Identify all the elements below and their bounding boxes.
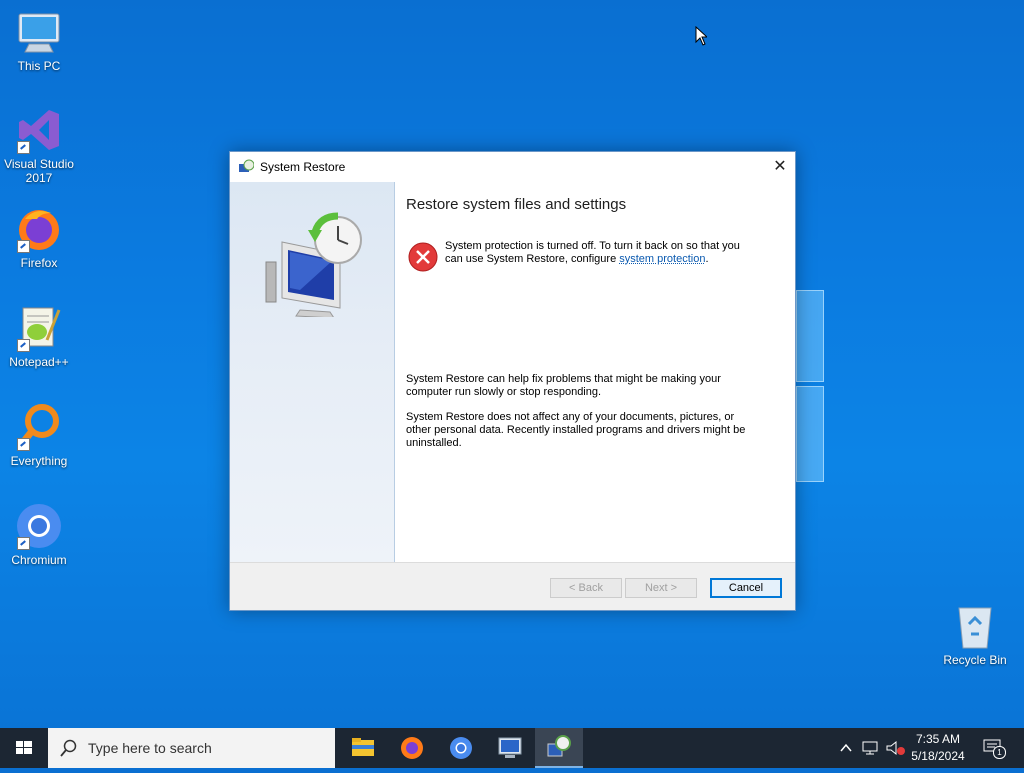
notification-badge: 1: [993, 746, 1006, 759]
firefox-icon: [401, 737, 423, 759]
system-protection-link[interactable]: system protection: [619, 253, 705, 265]
remote-desktop-icon: [498, 737, 522, 758]
desktop-icon-everything[interactable]: Everything: [1, 403, 77, 468]
volume-muted-icon[interactable]: [886, 740, 906, 756]
everything-search-icon: [15, 403, 63, 451]
clock-time[interactable]: 7:35 AM: [906, 732, 970, 746]
desktop-icon-recycle-bin[interactable]: Recycle Bin: [937, 602, 1013, 667]
firefox-icon: [15, 205, 63, 253]
desktop-icon-label: Everything: [10, 454, 68, 468]
desktop-icon-notepad-plus-plus[interactable]: Notepad++: [1, 304, 77, 369]
taskbar-app-file-explorer[interactable]: [339, 728, 387, 768]
file-explorer-icon: [352, 738, 374, 756]
dialog-footer: < Back Next > Cancel: [230, 562, 795, 610]
taskbar-app-remote-desktop[interactable]: [486, 728, 534, 768]
desktop-icon-label: Notepad++: [9, 355, 69, 369]
taskbar: Type here to search 7:35 AM 5/18/2024 1: [0, 728, 1024, 768]
search-icon: [60, 739, 77, 757]
taskbar-app-firefox[interactable]: [388, 728, 436, 768]
dialog-content: Restore system files and settings System…: [406, 182, 783, 562]
desktop-icon-label: Firefox: [20, 256, 58, 270]
next-button[interactable]: Next >: [625, 578, 697, 598]
search-placeholder: Type here to search: [88, 740, 212, 756]
show-hidden-icons-chevron-icon[interactable]: [838, 740, 854, 756]
close-icon: ✕: [773, 158, 787, 175]
error-message: System protection is turned off. To turn…: [445, 240, 740, 265]
dialog-side-panel: [230, 182, 395, 562]
desktop-icon-label: This PC: [17, 59, 61, 73]
this-pc-icon: [15, 8, 63, 56]
back-button[interactable]: < Back: [550, 578, 622, 598]
system-restore-icon: [547, 735, 571, 757]
taskbar-search-box[interactable]: Type here to search: [48, 728, 335, 768]
dialog-title: System Restore: [260, 160, 346, 174]
chromium-icon: [450, 737, 472, 759]
cancel-button[interactable]: Cancel: [710, 578, 782, 598]
wallpaper-logo-pane: [796, 290, 824, 382]
shortcut-arrow-icon: [17, 339, 30, 352]
dialog-titlebar[interactable]: System Restore ✕: [230, 152, 795, 182]
error-icon: [408, 242, 438, 272]
info-text-1: System Restore can help fix problems tha…: [406, 373, 721, 398]
taskbar-app-chromium[interactable]: [437, 728, 485, 768]
shortcut-arrow-icon: [17, 141, 30, 154]
notepad-plus-plus-icon: [15, 304, 63, 352]
desktop-icon-label: Recycle Bin: [943, 653, 1007, 667]
desktop-icon-this-pc[interactable]: This PC: [1, 8, 77, 73]
recycle-bin-icon: [951, 602, 999, 650]
close-button[interactable]: ✕: [765, 152, 795, 182]
desktop-icon-visual-studio[interactable]: Visual Studio 2017: [1, 106, 77, 185]
desktop-icon-label: Chromium: [11, 553, 67, 567]
shortcut-arrow-icon: [17, 438, 30, 451]
visual-studio-icon: [15, 106, 63, 154]
mouse-cursor-icon: [695, 26, 707, 46]
windows-start-icon: [16, 741, 32, 754]
info-text-2: System Restore does not affect any of yo…: [406, 411, 746, 449]
wallpaper-logo-pane: [796, 386, 824, 482]
shortcut-arrow-icon: [17, 537, 30, 550]
start-button[interactable]: [0, 728, 48, 768]
chromium-icon: [15, 502, 63, 550]
shortcut-arrow-icon: [17, 240, 30, 253]
desktop-icon-label: Visual Studio 2017: [4, 157, 74, 185]
system-restore-dialog: System Restore ✕ Restore system files an…: [229, 151, 796, 611]
dialog-heading: Restore system files and settings: [406, 196, 627, 213]
clock-date[interactable]: 5/18/2024: [906, 749, 970, 763]
taskbar-app-system-restore[interactable]: [535, 728, 583, 768]
system-restore-illustration-icon: [265, 212, 362, 317]
system-restore-icon: [239, 159, 254, 172]
action-center-button[interactable]: 1: [983, 739, 1006, 759]
desktop-icon-chromium[interactable]: Chromium: [1, 502, 77, 567]
network-icon[interactable]: [862, 740, 880, 756]
desktop-icon-firefox[interactable]: Firefox: [1, 205, 77, 270]
